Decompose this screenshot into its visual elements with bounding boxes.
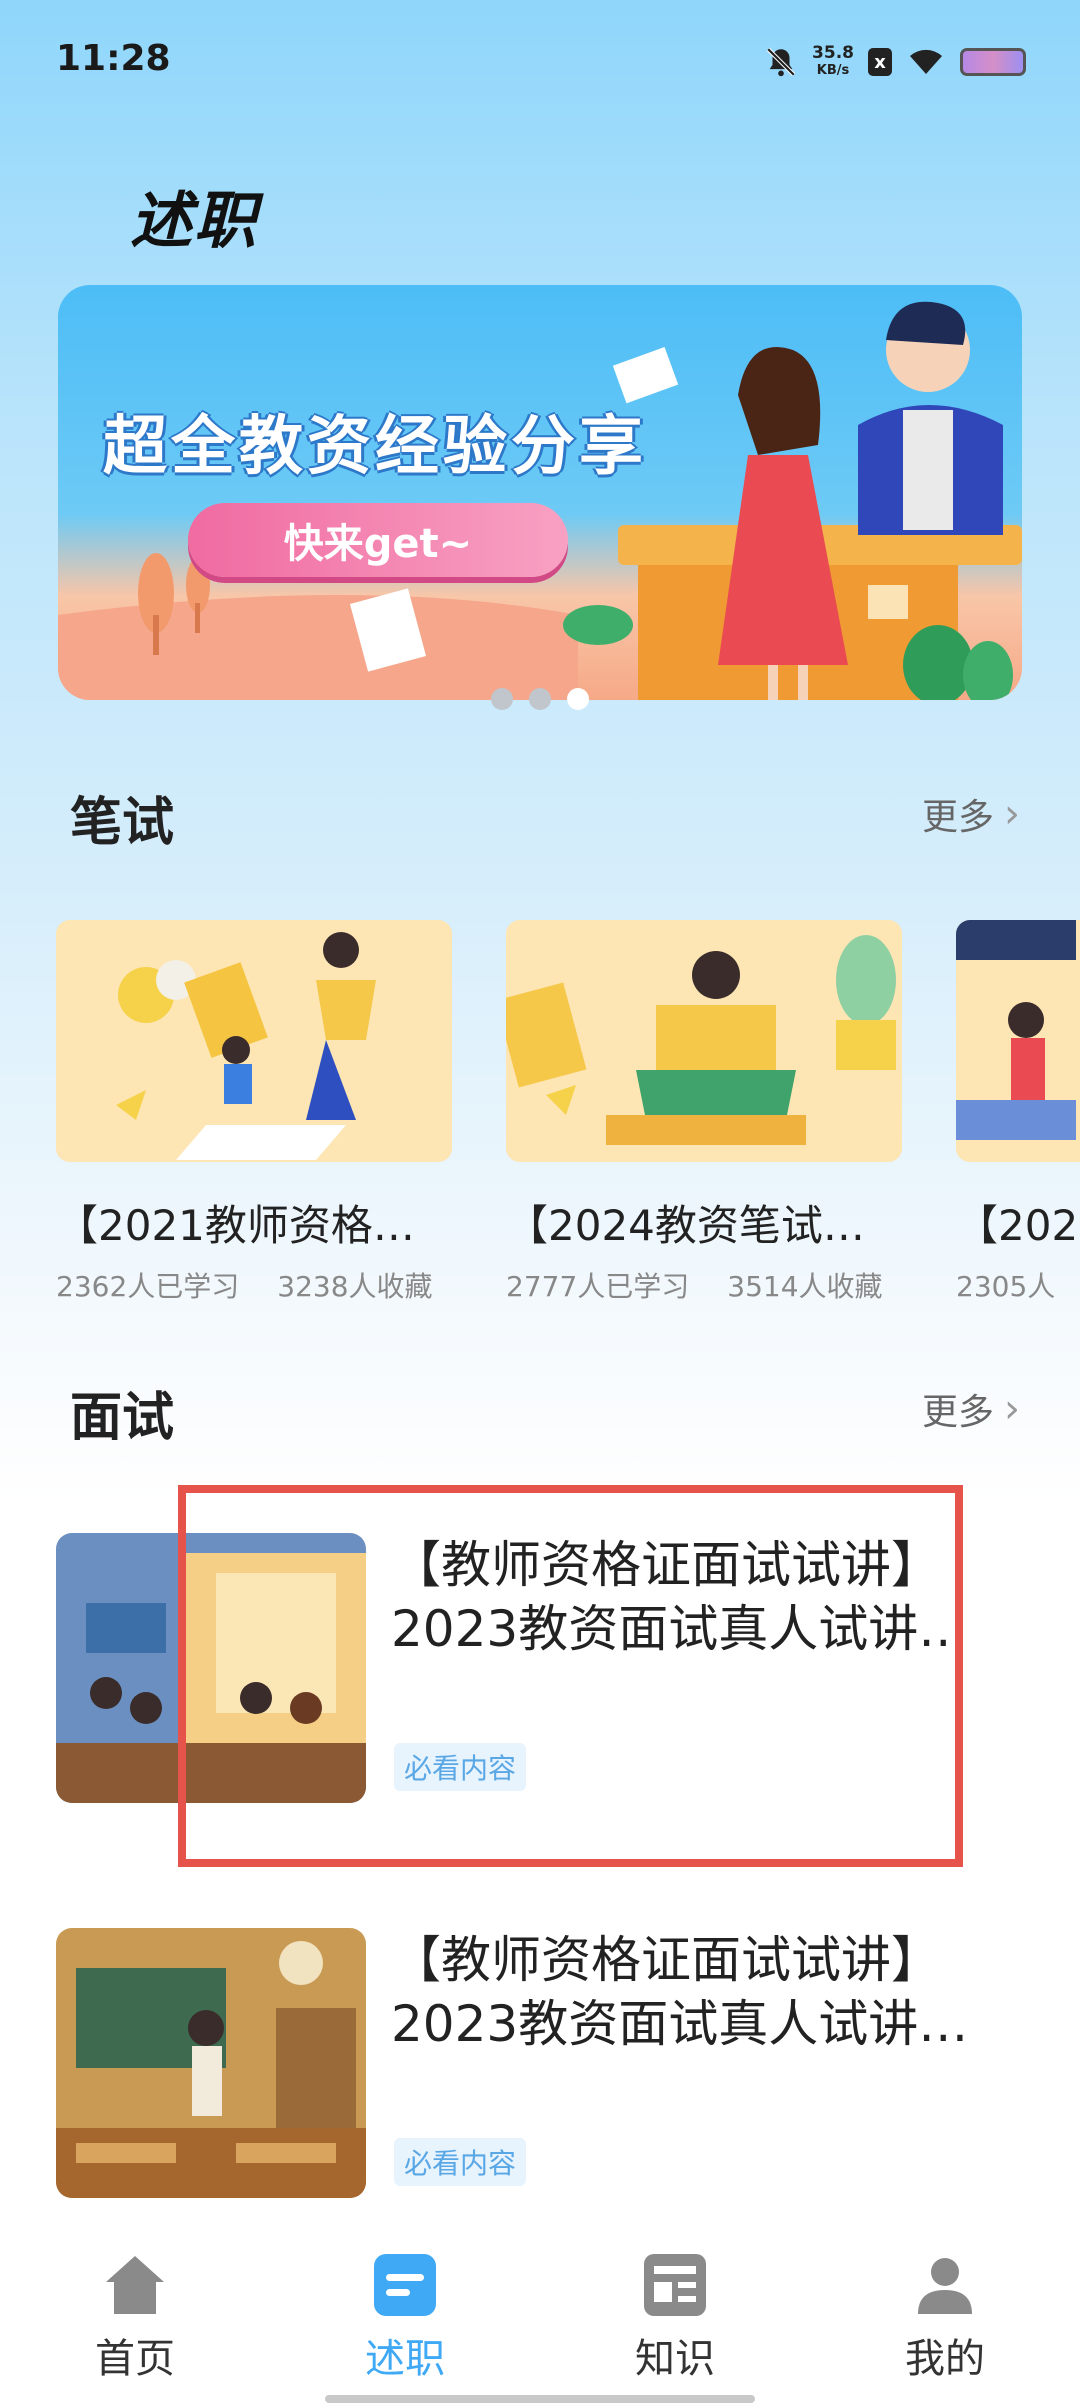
page-title: 述职 (130, 184, 259, 257)
promo-banner[interactable]: 超全教资经验分享 快来get~ (58, 285, 1022, 700)
written-card[interactable]: 【2024教资笔试… 2777人已学习 3514人收藏 (506, 920, 902, 1300)
battery-icon (960, 48, 1026, 76)
card-learners: 2777人已学习 (506, 1270, 690, 1300)
status-time: 11:28 (56, 38, 171, 79)
chevron-right-icon: › (1004, 1386, 1020, 1432)
nav-label: 我的 (905, 2336, 985, 2382)
nav-item-report[interactable]: 述职 (305, 2250, 505, 2384)
classroom-illustration (56, 1928, 366, 2198)
interview-list-item[interactable]: 【教师资格证面试试讲】 2023教资面试真人试讲… 必看内容 (56, 1928, 1026, 2198)
more-label: 更多 (921, 797, 994, 838)
banner-cta-button[interactable]: 快来get~ (188, 503, 568, 577)
written-card[interactable]: 【202 2305人 (956, 920, 1080, 1300)
written-more-link[interactable]: 更多 › (922, 788, 1020, 840)
home-indicator[interactable] (325, 2395, 755, 2403)
sim-icon: x (868, 48, 892, 76)
nav-label: 首页 (95, 2336, 175, 2382)
item-title-line1: 【教师资格证面试试讲】 (391, 1931, 941, 1989)
card-image (56, 920, 452, 1162)
card-illustration (506, 920, 902, 1162)
nav-label: 述职 (365, 2336, 445, 2382)
report-icon (374, 2254, 436, 2316)
item-thumbnail (56, 1928, 366, 2198)
bell-off-icon (766, 47, 796, 77)
card-favorites: 3514人收藏 (727, 1270, 883, 1300)
card-title: 【202 (956, 1201, 1079, 1250)
card-favorites: 3238人收藏 (277, 1270, 433, 1300)
written-card[interactable]: 【2021教师资格… 2362人已学习 3238人收藏 (56, 920, 452, 1300)
nav-item-home[interactable]: 首页 (35, 2250, 235, 2384)
banner-headline: 超全教资经验分享 (103, 410, 647, 484)
card-title: 【2021教师资格… (56, 1201, 415, 1250)
item-tag: 必看内容 (394, 2138, 527, 2186)
more-label: 更多 (921, 1392, 994, 1433)
pagination-dot-active (567, 688, 589, 710)
banner-pagination (0, 688, 1080, 712)
item-title-line2: 2023教资面试真人试讲… (391, 1995, 969, 2053)
network-speed-unit: KB/s (816, 63, 850, 78)
pagination-dot (529, 688, 551, 710)
card-learners: 2305人 (956, 1270, 1056, 1300)
card-stats: 2362人已学习 3238人收藏 (56, 1265, 452, 1300)
profile-icon (918, 2258, 972, 2314)
written-card-carousel[interactable]: 【2021教师资格… 2362人已学习 3238人收藏 【2024教资笔试… 2… (56, 920, 1080, 1300)
nav-item-profile[interactable]: 我的 (845, 2250, 1045, 2384)
status-bar: 11:28 35.8 KB/s x (0, 0, 1080, 120)
card-image (506, 920, 902, 1162)
interview-more-link[interactable]: 更多 › (922, 1383, 1020, 1435)
card-stats: 2777人已学习 3514人收藏 (506, 1265, 902, 1300)
network-speed-value: 35.8 (812, 43, 854, 63)
card-image (956, 920, 1080, 1162)
chevron-right-icon: › (1004, 791, 1020, 837)
card-illustration (56, 920, 452, 1162)
written-section-title: 笔试 (70, 793, 175, 853)
banner-illustration (58, 301, 1022, 700)
nav-label: 知识 (635, 2336, 715, 2382)
card-illustration (956, 920, 1080, 1162)
nav-item-knowledge[interactable]: 知识 (575, 2250, 775, 2384)
status-icons: 35.8 KB/s x (764, 42, 1026, 82)
item-title: 【教师资格证面试试讲】 2023教资面试真人试讲… (391, 1928, 1011, 2056)
pagination-dot (491, 688, 513, 710)
interview-section-title: 面试 (70, 1388, 175, 1448)
network-speed: 35.8 KB/s (812, 44, 854, 80)
bottom-navigation: 首页 述职 知识 我的 (0, 2230, 1080, 2408)
card-title: 【2024教资笔试… (506, 1201, 865, 1250)
highlight-frame (178, 1485, 963, 1867)
wifi-icon (910, 49, 942, 74)
card-stats: 2305人 (956, 1265, 1080, 1300)
knowledge-icon (644, 2254, 706, 2316)
card-learners: 2362人已学习 (56, 1270, 240, 1300)
home-icon (106, 2256, 164, 2314)
